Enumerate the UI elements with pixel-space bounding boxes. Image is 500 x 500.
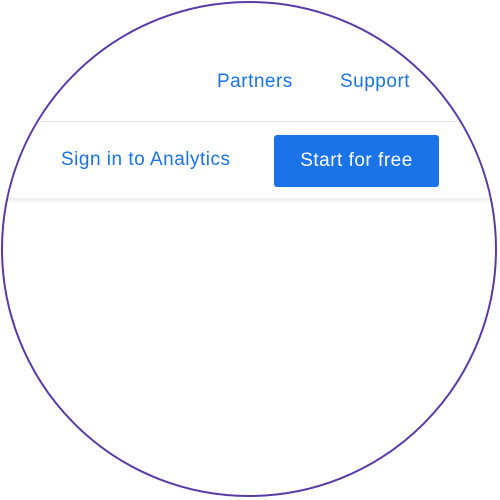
start-for-free-button[interactable]: Start for free [274, 135, 439, 187]
sign-in-link[interactable]: Sign in to Analytics [61, 149, 230, 171]
nav-link-partners[interactable]: Partners [217, 71, 293, 93]
screenshot-stage: Partners Support Sign in to Analytics St… [0, 0, 500, 500]
top-navigation: Partners Support [3, 67, 495, 101]
nav-link-support[interactable]: Support [340, 71, 410, 93]
header-action-bar: Sign in to Analytics Start for free [3, 121, 495, 198]
magnifier-lens: Partners Support Sign in to Analytics St… [1, 1, 497, 497]
